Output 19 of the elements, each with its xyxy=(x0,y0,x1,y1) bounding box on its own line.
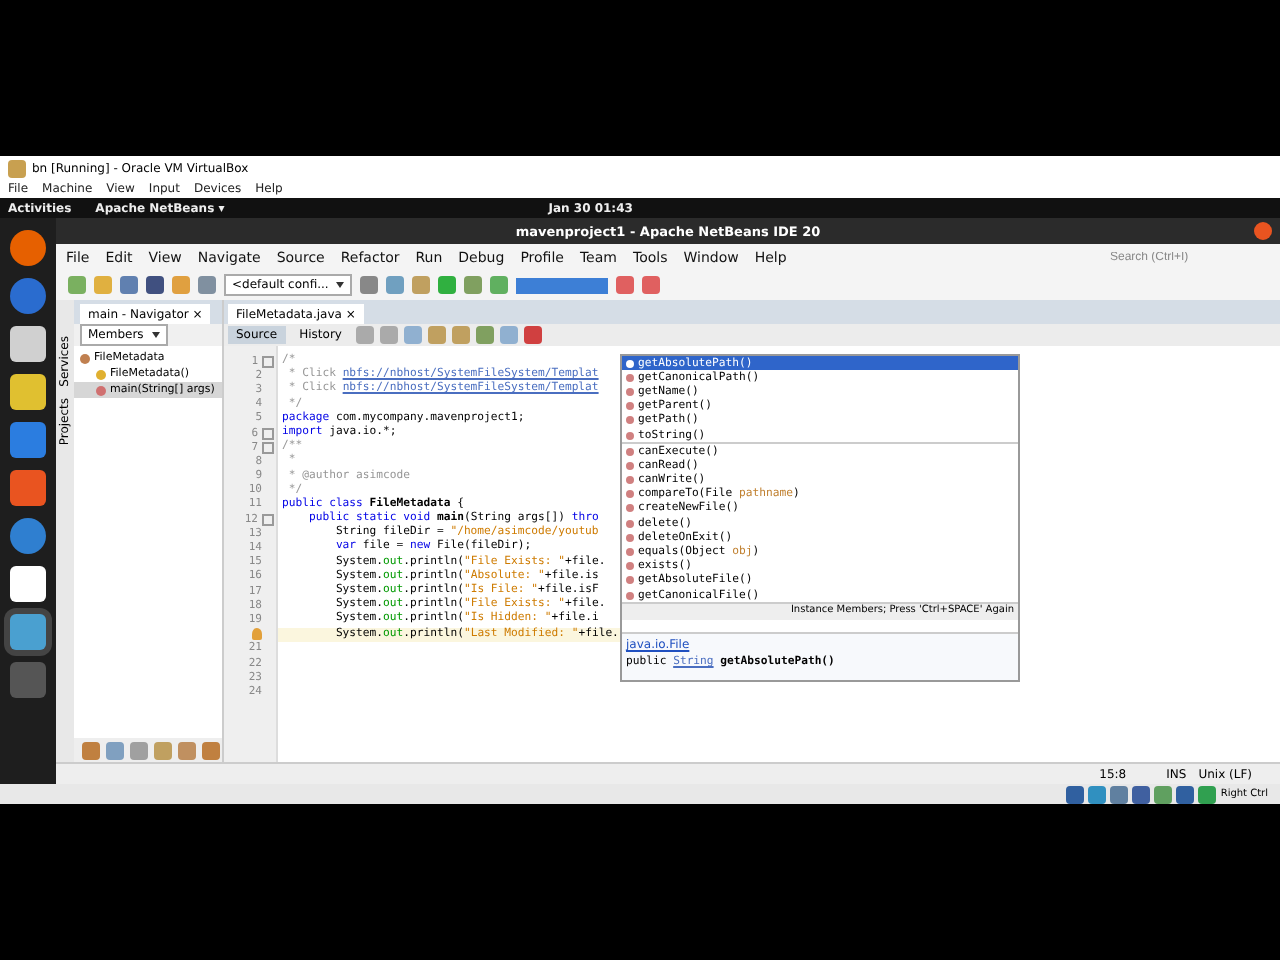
caret-icon xyxy=(151,332,160,338)
memory-meter-icon[interactable] xyxy=(516,277,609,293)
dock-app-icon[interactable] xyxy=(10,614,46,650)
hint-icon[interactable] xyxy=(252,628,262,641)
fold-icon[interactable] xyxy=(262,355,274,368)
app-icon xyxy=(8,159,26,177)
dock-app-icon[interactable] xyxy=(10,566,46,602)
dock-app-icon[interactable] xyxy=(10,374,46,410)
caret-icon xyxy=(336,282,345,288)
dock-app-icon[interactable] xyxy=(10,470,46,506)
fold-icon[interactable] xyxy=(262,513,274,526)
dock-app-icon[interactable] xyxy=(10,326,46,362)
fold-icon[interactable] xyxy=(262,427,274,440)
dock-app-icon[interactable] xyxy=(10,278,46,314)
dock-app-icon[interactable] xyxy=(10,518,46,554)
dock-app-icon[interactable] xyxy=(10,230,46,266)
fold-icon[interactable] xyxy=(262,441,274,454)
dock-app-icon[interactable] xyxy=(10,422,46,458)
close-icon[interactable] xyxy=(1254,222,1272,240)
